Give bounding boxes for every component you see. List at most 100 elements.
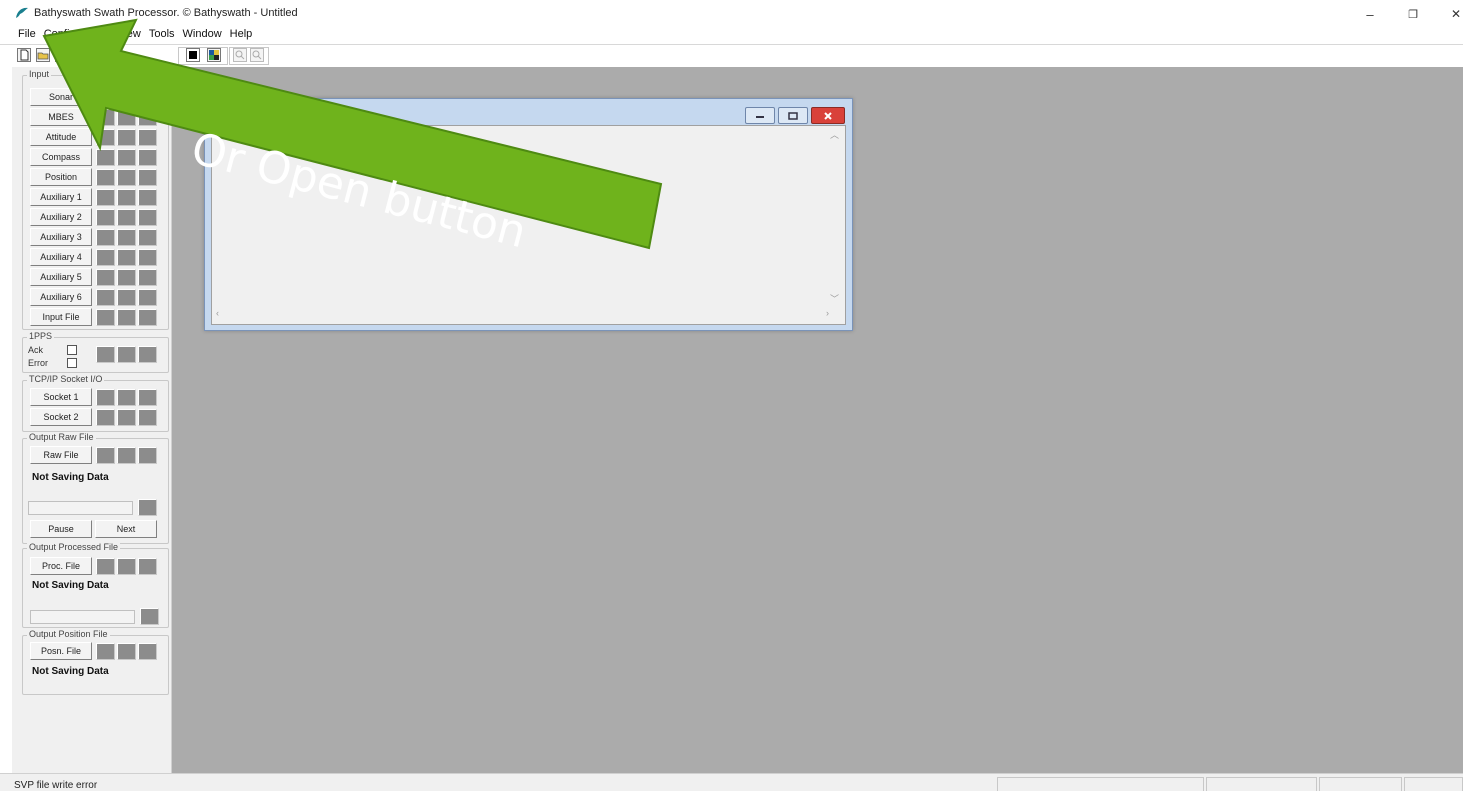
pause-button[interactable]: Pause	[30, 520, 92, 538]
proc-indicator	[96, 558, 115, 575]
minimize-button[interactable]: –	[1350, 2, 1390, 26]
socket-2-button[interactable]: Socket 2	[30, 408, 92, 426]
proc-progress-bar	[30, 610, 135, 624]
input-auxiliary-2-button[interactable]: Auxiliary 2	[30, 208, 92, 226]
socket-indicator	[117, 409, 136, 426]
scroll-down-icon[interactable]: ﹀	[830, 292, 839, 305]
next-button[interactable]: Next	[95, 520, 157, 538]
input-auxiliary-1-button[interactable]: Auxiliary 1	[30, 188, 92, 206]
input-sonar-button[interactable]: Sonar	[30, 88, 92, 106]
status-pane	[1404, 777, 1463, 791]
socket-indicator	[138, 389, 157, 406]
input-group-title: Input	[27, 69, 52, 79]
close-button[interactable]: ✕	[1436, 2, 1463, 26]
socket-indicator	[96, 409, 115, 426]
status-pane	[997, 777, 1204, 791]
control-panel: Input Sonar MBES Attitude Compass Position Au…	[12, 67, 172, 773]
input-auxiliary-5-button[interactable]: Auxiliary 5	[30, 268, 92, 286]
menu-view[interactable]: View	[117, 27, 141, 44]
child-maximize-button[interactable]	[778, 107, 808, 124]
open-file-icon[interactable]	[36, 48, 50, 62]
input-auxiliary-3-button[interactable]: Auxiliary 3	[30, 228, 92, 246]
input-indicator	[96, 169, 115, 186]
raw-file-button[interactable]: Raw File	[30, 446, 92, 464]
raw-progress-indicator	[138, 499, 157, 516]
posn-indicator	[138, 643, 157, 660]
menu-bar: File Configuration View Tools Window Hel…	[0, 27, 1463, 44]
zoom-out-icon[interactable]	[250, 48, 264, 62]
status-message: SVP file write error	[14, 780, 98, 791]
input-indicator	[138, 149, 157, 166]
input-indicator	[96, 109, 115, 126]
proc-file-button[interactable]: Proc. File	[30, 557, 92, 575]
black-square-icon[interactable]	[186, 48, 200, 62]
error-label: Error	[28, 358, 48, 368]
zoom-in-icon[interactable]	[233, 48, 247, 62]
proc-indicator	[138, 558, 157, 575]
raw-indicator	[117, 447, 136, 464]
input-indicator	[96, 89, 115, 106]
input-indicator	[96, 289, 115, 306]
error-checkbox[interactable]	[67, 358, 77, 368]
pps-indicator	[117, 346, 136, 363]
raw-status-text: Not Saving Data	[32, 472, 109, 483]
input-indicator	[96, 209, 115, 226]
raw-indicator	[96, 447, 115, 464]
input-indicator	[117, 209, 136, 226]
restore-button[interactable]: ❐	[1393, 2, 1433, 26]
input-compass-button[interactable]: Compass	[30, 148, 92, 166]
input-indicator	[138, 189, 157, 206]
socket-1-button[interactable]: Socket 1	[30, 388, 92, 406]
input-indicator	[96, 269, 115, 286]
input-indicator	[138, 289, 157, 306]
menu-help[interactable]: Help	[230, 27, 253, 44]
posn-indicator	[117, 643, 136, 660]
new-file-icon[interactable]	[17, 48, 31, 62]
input-indicator	[138, 129, 157, 146]
child-minimize-button[interactable]	[745, 107, 775, 124]
input-indicator	[96, 129, 115, 146]
input-indicator	[117, 289, 136, 306]
input-mbes-button[interactable]: MBES	[30, 108, 92, 126]
scroll-right-icon[interactable]: ›	[826, 308, 829, 318]
input-indicator	[138, 89, 157, 106]
input-indicator	[96, 309, 115, 326]
menu-file[interactable]: File	[18, 27, 36, 44]
ack-label: Ack	[28, 345, 44, 355]
input-indicator	[138, 249, 157, 266]
toolbar	[0, 44, 1463, 67]
save-file-icon[interactable]	[55, 48, 69, 62]
posn-status-text: Not Saving Data	[32, 666, 109, 677]
pps-indicator	[138, 346, 157, 363]
posn-indicator	[96, 643, 115, 660]
input-indicator	[117, 169, 136, 186]
input-position-button[interactable]: Position	[30, 168, 92, 186]
menu-window[interactable]: Window	[183, 27, 222, 44]
socket-indicator	[96, 389, 115, 406]
input-auxiliary-6-button[interactable]: Auxiliary 6	[30, 288, 92, 306]
input-auxiliary-4-button[interactable]: Auxiliary 4	[30, 248, 92, 266]
window-title: Bathyswath Swath Processor. © Bathyswath…	[34, 7, 298, 19]
raw-indicator	[138, 447, 157, 464]
tcp-group-title: TCP/IP Socket I/O	[27, 374, 105, 384]
posn-file-button[interactable]: Posn. File	[30, 642, 92, 660]
input-indicator	[96, 189, 115, 206]
scroll-left-icon[interactable]: ‹	[216, 308, 219, 318]
input-indicator	[117, 129, 136, 146]
status-pane	[1206, 777, 1317, 791]
status-bar: SVP file write error	[0, 773, 1463, 791]
input-indicator	[138, 209, 157, 226]
menu-tools[interactable]: Tools	[149, 27, 175, 44]
ack-checkbox[interactable]	[67, 345, 77, 355]
input-indicator	[96, 149, 115, 166]
input-indicator	[138, 269, 157, 286]
menu-configuration[interactable]: Configuration	[44, 27, 109, 44]
scroll-up-icon[interactable]: ︿	[830, 128, 839, 141]
input-indicator	[117, 249, 136, 266]
child-close-button[interactable]	[811, 107, 845, 124]
raw-progress-bar	[28, 501, 133, 515]
input-attitude-button[interactable]: Attitude	[30, 128, 92, 146]
status-pane	[1319, 777, 1402, 791]
input-input-file-button[interactable]: Input File	[30, 308, 92, 326]
color-grid-icon[interactable]	[207, 48, 221, 62]
